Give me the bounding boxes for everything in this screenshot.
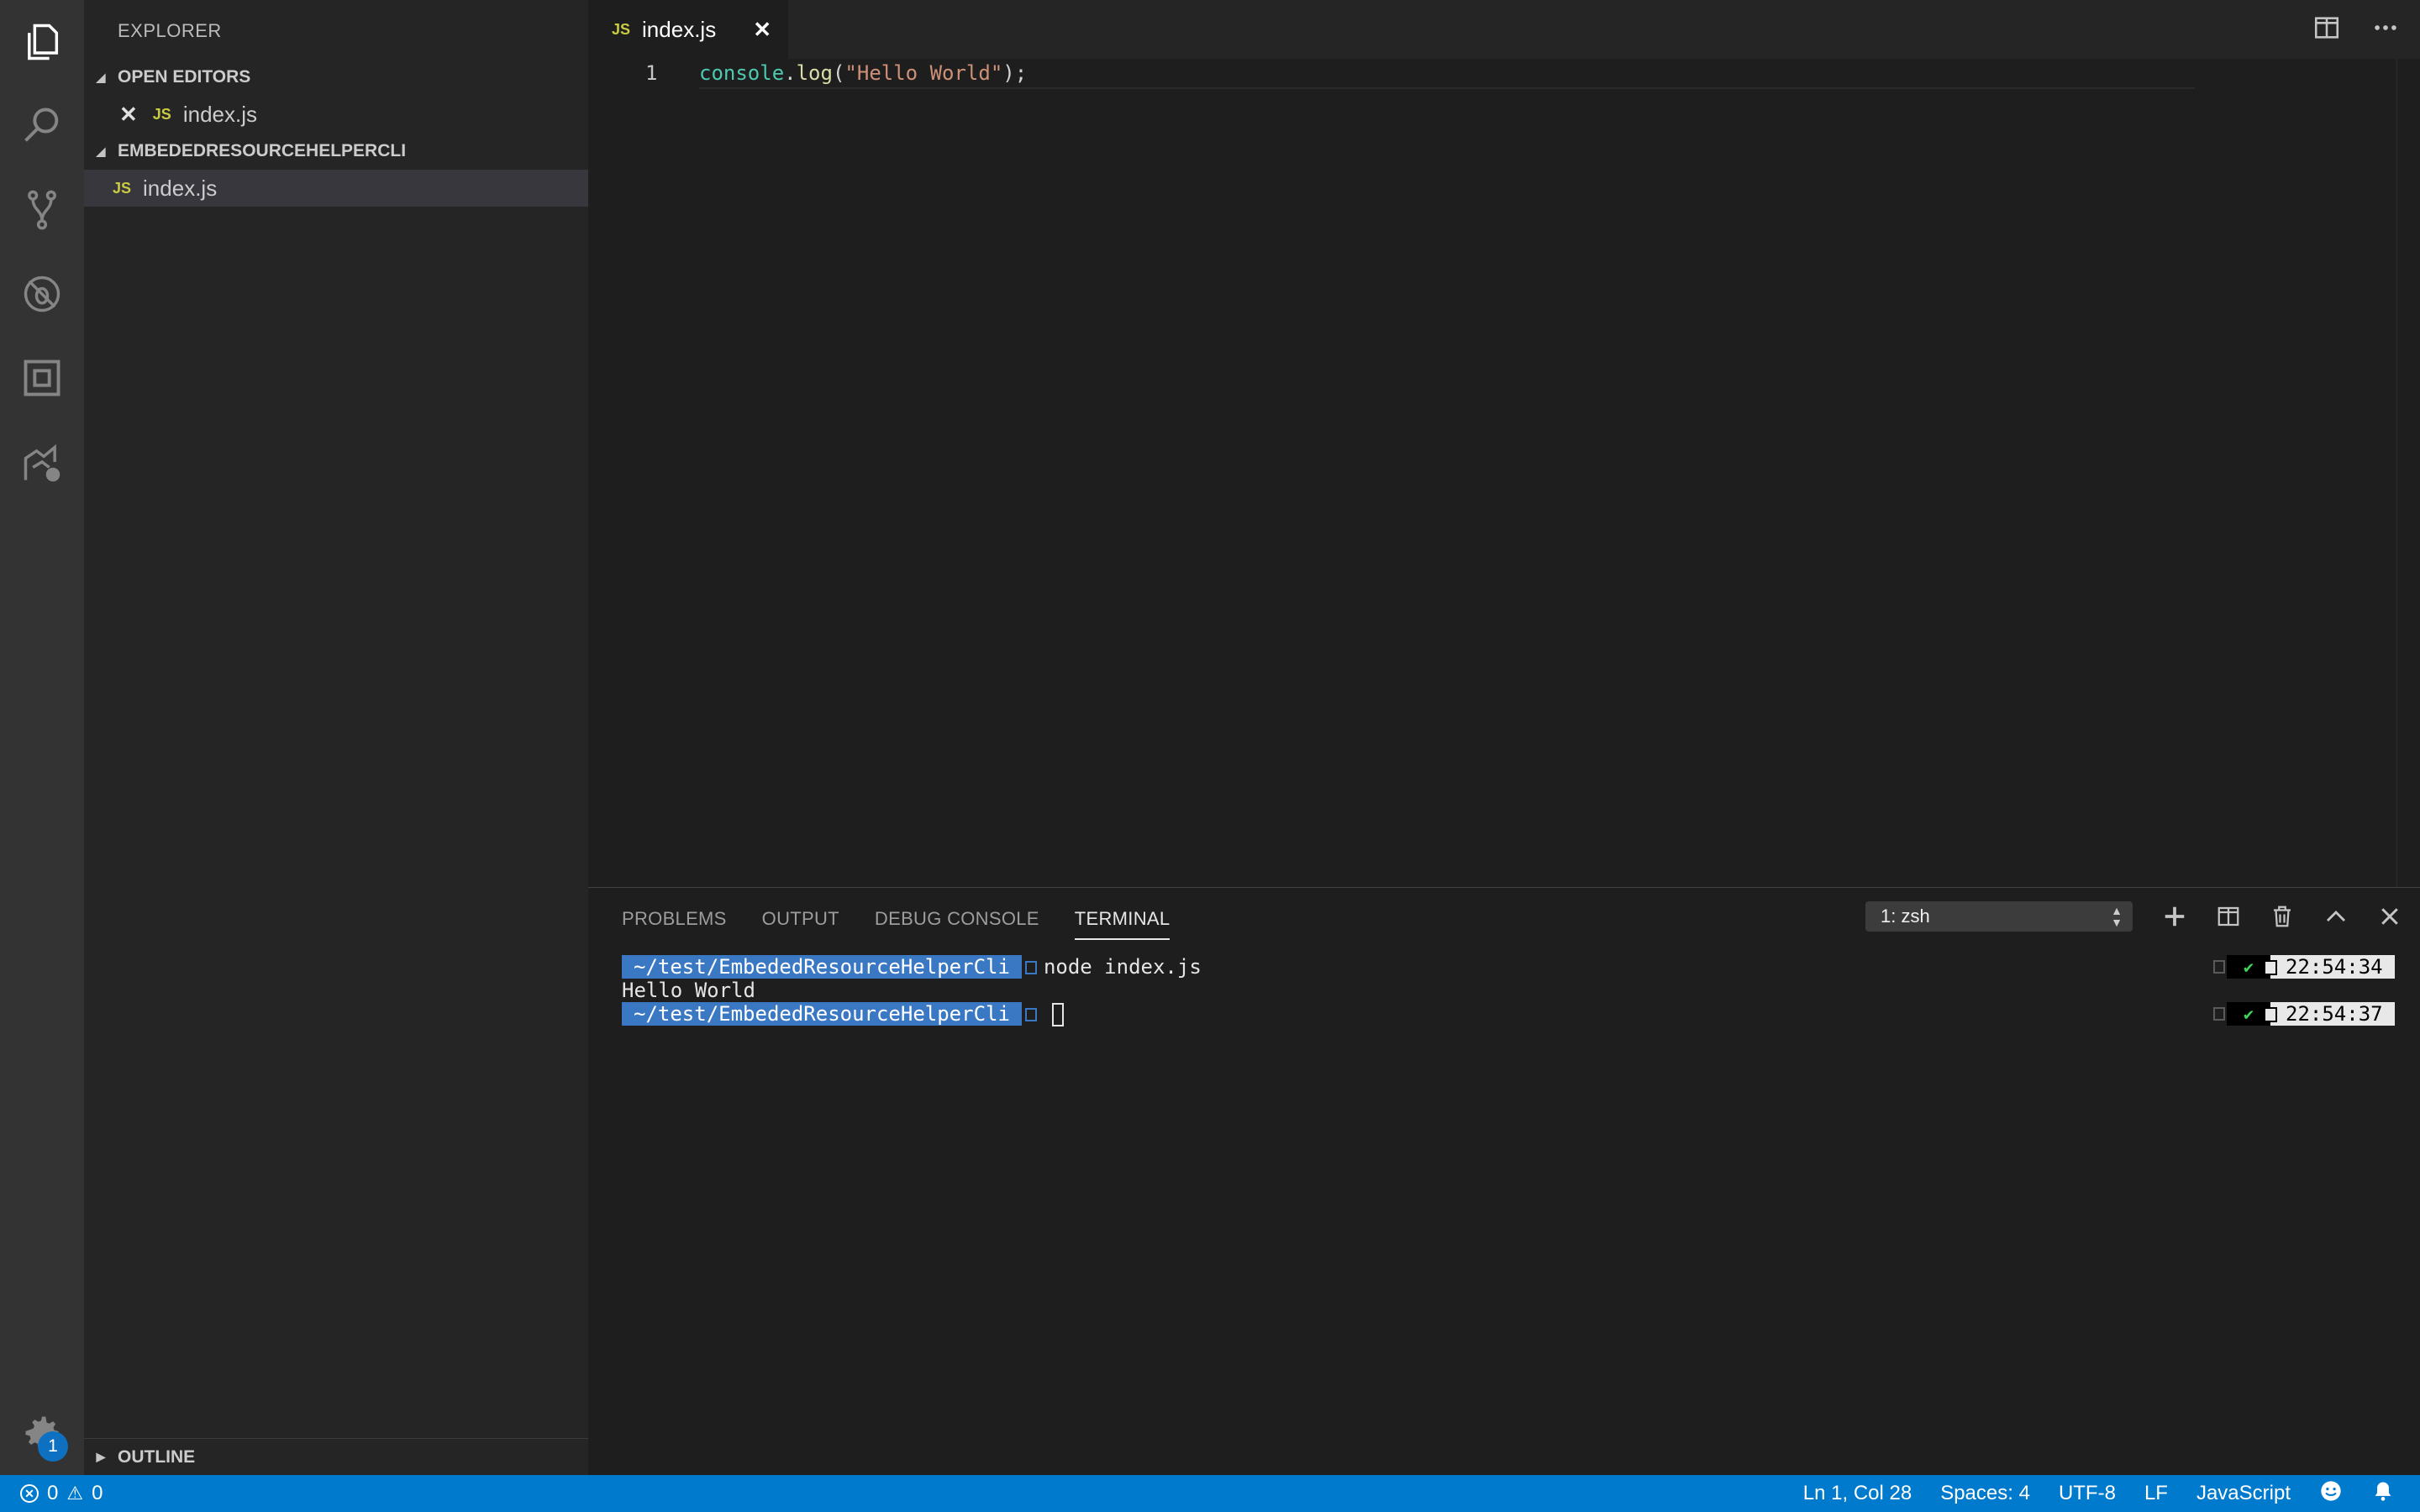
- select-arrows-icon: ▲ ▼: [2111, 904, 2123, 929]
- time-label: 22:54:37: [2264, 1002, 2395, 1026]
- tab-output[interactable]: OUTPUT: [762, 908, 839, 940]
- close-icon[interactable]: ✕: [753, 17, 771, 43]
- open-editors-section[interactable]: ◢ OPEN EDITORS: [84, 59, 588, 96]
- triangle-down-icon: ◢: [96, 70, 106, 84]
- time-label: 22:54:34: [2264, 955, 2395, 979]
- prompt-time: ✔ 22:54:37: [2213, 1002, 2395, 1026]
- file-tree-item[interactable]: JS index.js: [84, 170, 588, 207]
- trash-icon[interactable]: [2267, 900, 2297, 933]
- prompt-separator-icon: [1024, 961, 1037, 974]
- sidebar-title: EXPLORER: [118, 20, 222, 41]
- code-paren-close: );: [1002, 61, 1028, 85]
- bottom-panel: PROBLEMS OUTPUT DEBUG CONSOLE TERMINAL 1…: [588, 887, 2420, 1475]
- code-paren-open: (: [832, 61, 845, 85]
- language-mode[interactable]: JavaScript: [2196, 1482, 2291, 1505]
- status-bar: ✕ 0 ⚠ 0 Ln 1, Col 28 Spaces: 4 UTF-8 LF …: [0, 1475, 2420, 1512]
- file-name: index.js: [182, 101, 257, 127]
- outline-label: OUTLINE: [118, 1446, 196, 1467]
- encoding[interactable]: UTF-8: [2059, 1482, 2116, 1505]
- warning-icon: ⚠: [66, 1483, 84, 1504]
- error-count: 0: [47, 1482, 59, 1504]
- chevron-up-icon[interactable]: [2321, 900, 2351, 933]
- notification-badge: 1: [38, 1431, 68, 1462]
- code-dot: .: [784, 61, 797, 85]
- feedback-smiley-icon[interactable]: [2319, 1479, 2343, 1509]
- code-editor[interactable]: 1 console.log("Hello World");: [588, 59, 2420, 887]
- close-icon[interactable]: ✕: [119, 102, 138, 128]
- debug-icon[interactable]: [13, 265, 71, 323]
- triangle-right-icon: ▶: [96, 1450, 106, 1463]
- project-section[interactable]: ◢ EMBEDEDRESOURCEHELPERCLI: [84, 133, 588, 170]
- terminal-select[interactable]: 1: zsh ▲ ▼: [1865, 901, 2133, 932]
- source-control-icon[interactable]: [13, 181, 71, 239]
- prompt-separator-icon: [1024, 1008, 1037, 1021]
- terminal-output: Hello World: [622, 979, 755, 1002]
- js-file-icon: JS: [152, 105, 171, 123]
- prompt-time: ✔ 22:54:34: [2213, 955, 2395, 979]
- terminal-select-value: 1: zsh: [1881, 906, 1930, 927]
- code-line[interactable]: console.log("Hello World");: [699, 59, 2195, 89]
- terminal-cursor: [1051, 1003, 1064, 1026]
- warning-count: 0: [92, 1482, 103, 1504]
- remote-explorer-icon[interactable]: [13, 435, 71, 492]
- search-icon[interactable]: [13, 97, 71, 155]
- code-method: log: [796, 61, 833, 85]
- close-panel-icon[interactable]: [2375, 900, 2405, 933]
- js-file-icon: JS: [113, 179, 132, 197]
- file-name: index.js: [143, 175, 218, 201]
- separator-icon: [2213, 960, 2225, 974]
- tab-problems[interactable]: PROBLEMS: [622, 908, 727, 940]
- open-editors-label: OPEN EDITORS: [118, 67, 251, 87]
- editor-tab-bar: JS index.js ✕: [588, 0, 2420, 59]
- more-actions-icon[interactable]: [2371, 13, 2400, 46]
- outline-section[interactable]: ▶ OUTLINE: [84, 1438, 588, 1475]
- triangle-down-icon: ◢: [96, 144, 106, 158]
- prompt-path: ~/test/EmbededResourceHelperCli: [622, 955, 1022, 979]
- cursor-position[interactable]: Ln 1, Col 28: [1803, 1482, 1912, 1505]
- open-editor-item[interactable]: ✕ JS index.js: [84, 96, 588, 133]
- split-terminal-icon[interactable]: [2213, 900, 2244, 933]
- tab-index-js[interactable]: JS index.js ✕: [588, 0, 788, 59]
- bell-icon[interactable]: [2371, 1479, 2395, 1509]
- extensions-icon[interactable]: [13, 349, 71, 407]
- code-object: console: [699, 61, 785, 85]
- problems-indicator[interactable]: ✕ 0 ⚠ 0: [20, 1475, 103, 1512]
- error-icon: ✕: [20, 1484, 39, 1503]
- explorer-sidebar: EXPLORER ◢ OPEN EDITORS ✕ JS index.js ◢ …: [84, 0, 588, 1475]
- project-label: EMBEDEDRESOURCEHELPERCLI: [118, 141, 407, 160]
- activity-bar: 1: [0, 0, 84, 1475]
- explorer-icon[interactable]: [13, 13, 71, 71]
- prompt-path: ~/test/EmbededResourceHelperCli: [622, 1002, 1022, 1026]
- tab-debug-console[interactable]: DEBUG CONSOLE: [875, 908, 1039, 940]
- js-file-icon: JS: [612, 20, 631, 38]
- code-string: "Hello World": [844, 61, 1003, 85]
- separator-icon: [2213, 1007, 2225, 1021]
- editor-scrollbar[interactable]: [2396, 59, 2420, 887]
- indentation[interactable]: Spaces: 4: [1940, 1482, 2030, 1505]
- terminal-line[interactable]: ~/test/EmbededResourceHelperCli: [622, 1002, 1064, 1026]
- tab-terminal[interactable]: TERMINAL: [1074, 908, 1171, 940]
- split-editor-icon[interactable]: [2312, 13, 2341, 46]
- new-terminal-icon[interactable]: [2160, 900, 2190, 933]
- end-of-line[interactable]: LF: [2144, 1482, 2168, 1505]
- terminal-line: ~/test/EmbededResourceHelperCli node inde…: [622, 955, 1202, 979]
- line-number: 1: [645, 61, 658, 85]
- terminal-command: node index.js: [1043, 955, 1202, 979]
- tab-label: index.js: [642, 16, 717, 42]
